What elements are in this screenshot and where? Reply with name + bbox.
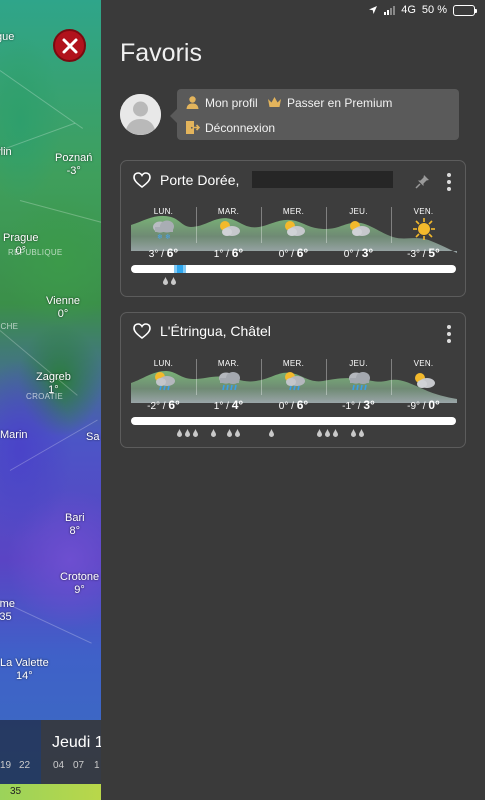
raindrop-icon bbox=[333, 429, 338, 437]
sun-rain-cloud-icon bbox=[155, 372, 175, 391]
partly-cloudy-icon bbox=[415, 373, 435, 388]
crown-icon bbox=[268, 97, 281, 107]
map-city-partial: gue bbox=[0, 31, 15, 43]
heart-icon[interactable] bbox=[133, 171, 151, 188]
favorite-card[interactable]: L'Étringua, Châtel LUN. -2° / 6° MAR. 1°… bbox=[120, 312, 466, 448]
user-silhouette-icon bbox=[120, 94, 161, 135]
snow-cloud-icon: ❄ ❄ bbox=[153, 220, 174, 240]
profile-menu: Mon profil Passer en Premium Déconnexion bbox=[170, 89, 459, 140]
timeline-hour: 1 bbox=[94, 760, 100, 771]
redacted-address bbox=[252, 171, 394, 188]
heart-icon[interactable] bbox=[133, 323, 151, 339]
raindrop-icon bbox=[163, 277, 168, 285]
timeline-hour: 19 bbox=[0, 760, 12, 771]
timeline-hour: 22 bbox=[19, 760, 31, 771]
map-city-poznan: Poznań -3° bbox=[55, 152, 93, 177]
battery-icon bbox=[453, 4, 477, 16]
partly-cloudy-icon bbox=[220, 221, 240, 236]
sun-rain-cloud-icon bbox=[285, 372, 305, 391]
forecast-day[interactable]: VEN. -9° / 0° bbox=[391, 357, 456, 417]
raindrop-icon bbox=[359, 429, 364, 437]
raindrop-icon bbox=[227, 429, 232, 437]
map-city-crotone: Crotone 9° bbox=[60, 571, 100, 596]
svg-text:❄: ❄ bbox=[165, 233, 171, 240]
close-button[interactable] bbox=[53, 29, 86, 62]
favorite-card[interactable]: Porte Dorée, LUN. ❄ ❄ 3° / 6° MAR. 1° / … bbox=[120, 160, 466, 297]
raindrop-icon bbox=[171, 277, 176, 285]
forecast-day[interactable]: JEU. -1° / 3° bbox=[326, 357, 391, 417]
forecast-day[interactable]: LUN. ❄ ❄ 3° / 6° bbox=[131, 205, 196, 265]
raindrop-icon bbox=[269, 429, 274, 437]
premium-link[interactable]: Passer en Premium bbox=[267, 95, 392, 110]
forecast-day[interactable]: MAR. 1° / 4° bbox=[196, 357, 261, 417]
map-city-partial: Marin bbox=[0, 429, 28, 441]
map-city-bari: Bari 8° bbox=[65, 512, 85, 537]
precipitation-drops bbox=[131, 429, 456, 441]
raindrop-icon bbox=[325, 429, 330, 437]
avatar[interactable] bbox=[120, 94, 161, 135]
forecast-day[interactable]: JEU. 0° / 3° bbox=[326, 205, 391, 265]
signal-icon bbox=[384, 5, 396, 15]
map-timeline[interactable]: Jeudi 1 19 22 04 07 1 bbox=[0, 720, 101, 784]
partly-cloudy-icon bbox=[285, 221, 305, 236]
user-icon bbox=[186, 96, 199, 109]
forecast-day[interactable]: LUN. -2° / 6° bbox=[131, 357, 196, 417]
location-arrow-icon bbox=[369, 6, 378, 14]
raindrop-icon bbox=[235, 429, 240, 437]
favorites-panel: Favoris Mon profil Passer en Premium Déc… bbox=[101, 20, 485, 800]
map-country-label: REPUBLIQUE bbox=[8, 248, 63, 257]
weather-map[interactable]: gue rlin Poznań-3° Prague0° REPUBLIQUE V… bbox=[0, 0, 101, 800]
battery-percent: 50 % bbox=[421, 4, 447, 16]
more-options-icon[interactable] bbox=[447, 325, 451, 343]
forecast-strip: LUN. ❄ ❄ 3° / 6° MAR. 1° / 6° MER. 0° / … bbox=[131, 205, 457, 265]
timeline-hour: 04 bbox=[53, 760, 65, 771]
forecast-strip: LUN. -2° / 6° MAR. 1° / 4° MER. 0° / 6° … bbox=[131, 357, 457, 417]
map-city-partial: rme35 bbox=[0, 598, 15, 623]
timeline-hour: 07 bbox=[73, 760, 85, 771]
map-country-label: ICHE bbox=[0, 322, 19, 331]
map-country-label: CROATIE bbox=[26, 392, 64, 401]
rain-cloud-icon bbox=[219, 372, 240, 391]
raindrop-icon bbox=[193, 429, 198, 437]
location-name[interactable]: L'Étringua, Châtel bbox=[160, 323, 271, 339]
more-options-icon[interactable] bbox=[447, 173, 451, 191]
logout-label: Déconnexion bbox=[205, 120, 276, 135]
page-title: Favoris bbox=[120, 39, 202, 67]
network-label: 4G bbox=[401, 4, 416, 16]
map-city-la-valette: La Valette 14° bbox=[0, 657, 49, 682]
sun-icon bbox=[413, 218, 435, 240]
rain-cloud-icon bbox=[349, 372, 370, 391]
my-profile-link[interactable]: Mon profil bbox=[185, 95, 258, 110]
raindrop-icon bbox=[177, 429, 182, 437]
raindrop-icon bbox=[317, 429, 322, 437]
precipitation-drops bbox=[131, 277, 456, 289]
map-city-vienne: Vienne 0° bbox=[46, 295, 81, 320]
raindrop-icon bbox=[211, 429, 216, 437]
my-profile-label: Mon profil bbox=[205, 95, 258, 110]
precipitation-bar bbox=[131, 265, 456, 273]
status-bar: 4G 50 % bbox=[101, 0, 485, 20]
raindrop-icon bbox=[351, 429, 356, 437]
map-city-partial: rlin bbox=[0, 146, 12, 158]
premium-label: Passer en Premium bbox=[287, 95, 393, 110]
forecast-day[interactable]: MER. 0° / 6° bbox=[261, 357, 326, 417]
forecast-day[interactable]: VEN. -3° / 5° bbox=[391, 205, 456, 265]
map-city-partial: Sa bbox=[86, 431, 100, 443]
forecast-day[interactable]: MER. 0° / 6° bbox=[261, 205, 326, 265]
pin-icon[interactable] bbox=[415, 174, 430, 189]
close-icon bbox=[62, 38, 77, 53]
logout-link[interactable]: Déconnexion bbox=[185, 120, 275, 135]
precipitation-bar bbox=[131, 417, 456, 425]
map-color-scale: 35 bbox=[0, 784, 101, 800]
logout-icon bbox=[186, 121, 200, 134]
forecast-day[interactable]: MAR. 1° / 6° bbox=[196, 205, 261, 265]
partly-cloudy-icon bbox=[350, 221, 370, 236]
svg-text:❄: ❄ bbox=[157, 233, 163, 240]
location-name[interactable]: Porte Dorée, bbox=[160, 172, 239, 188]
raindrop-icon bbox=[185, 429, 190, 437]
